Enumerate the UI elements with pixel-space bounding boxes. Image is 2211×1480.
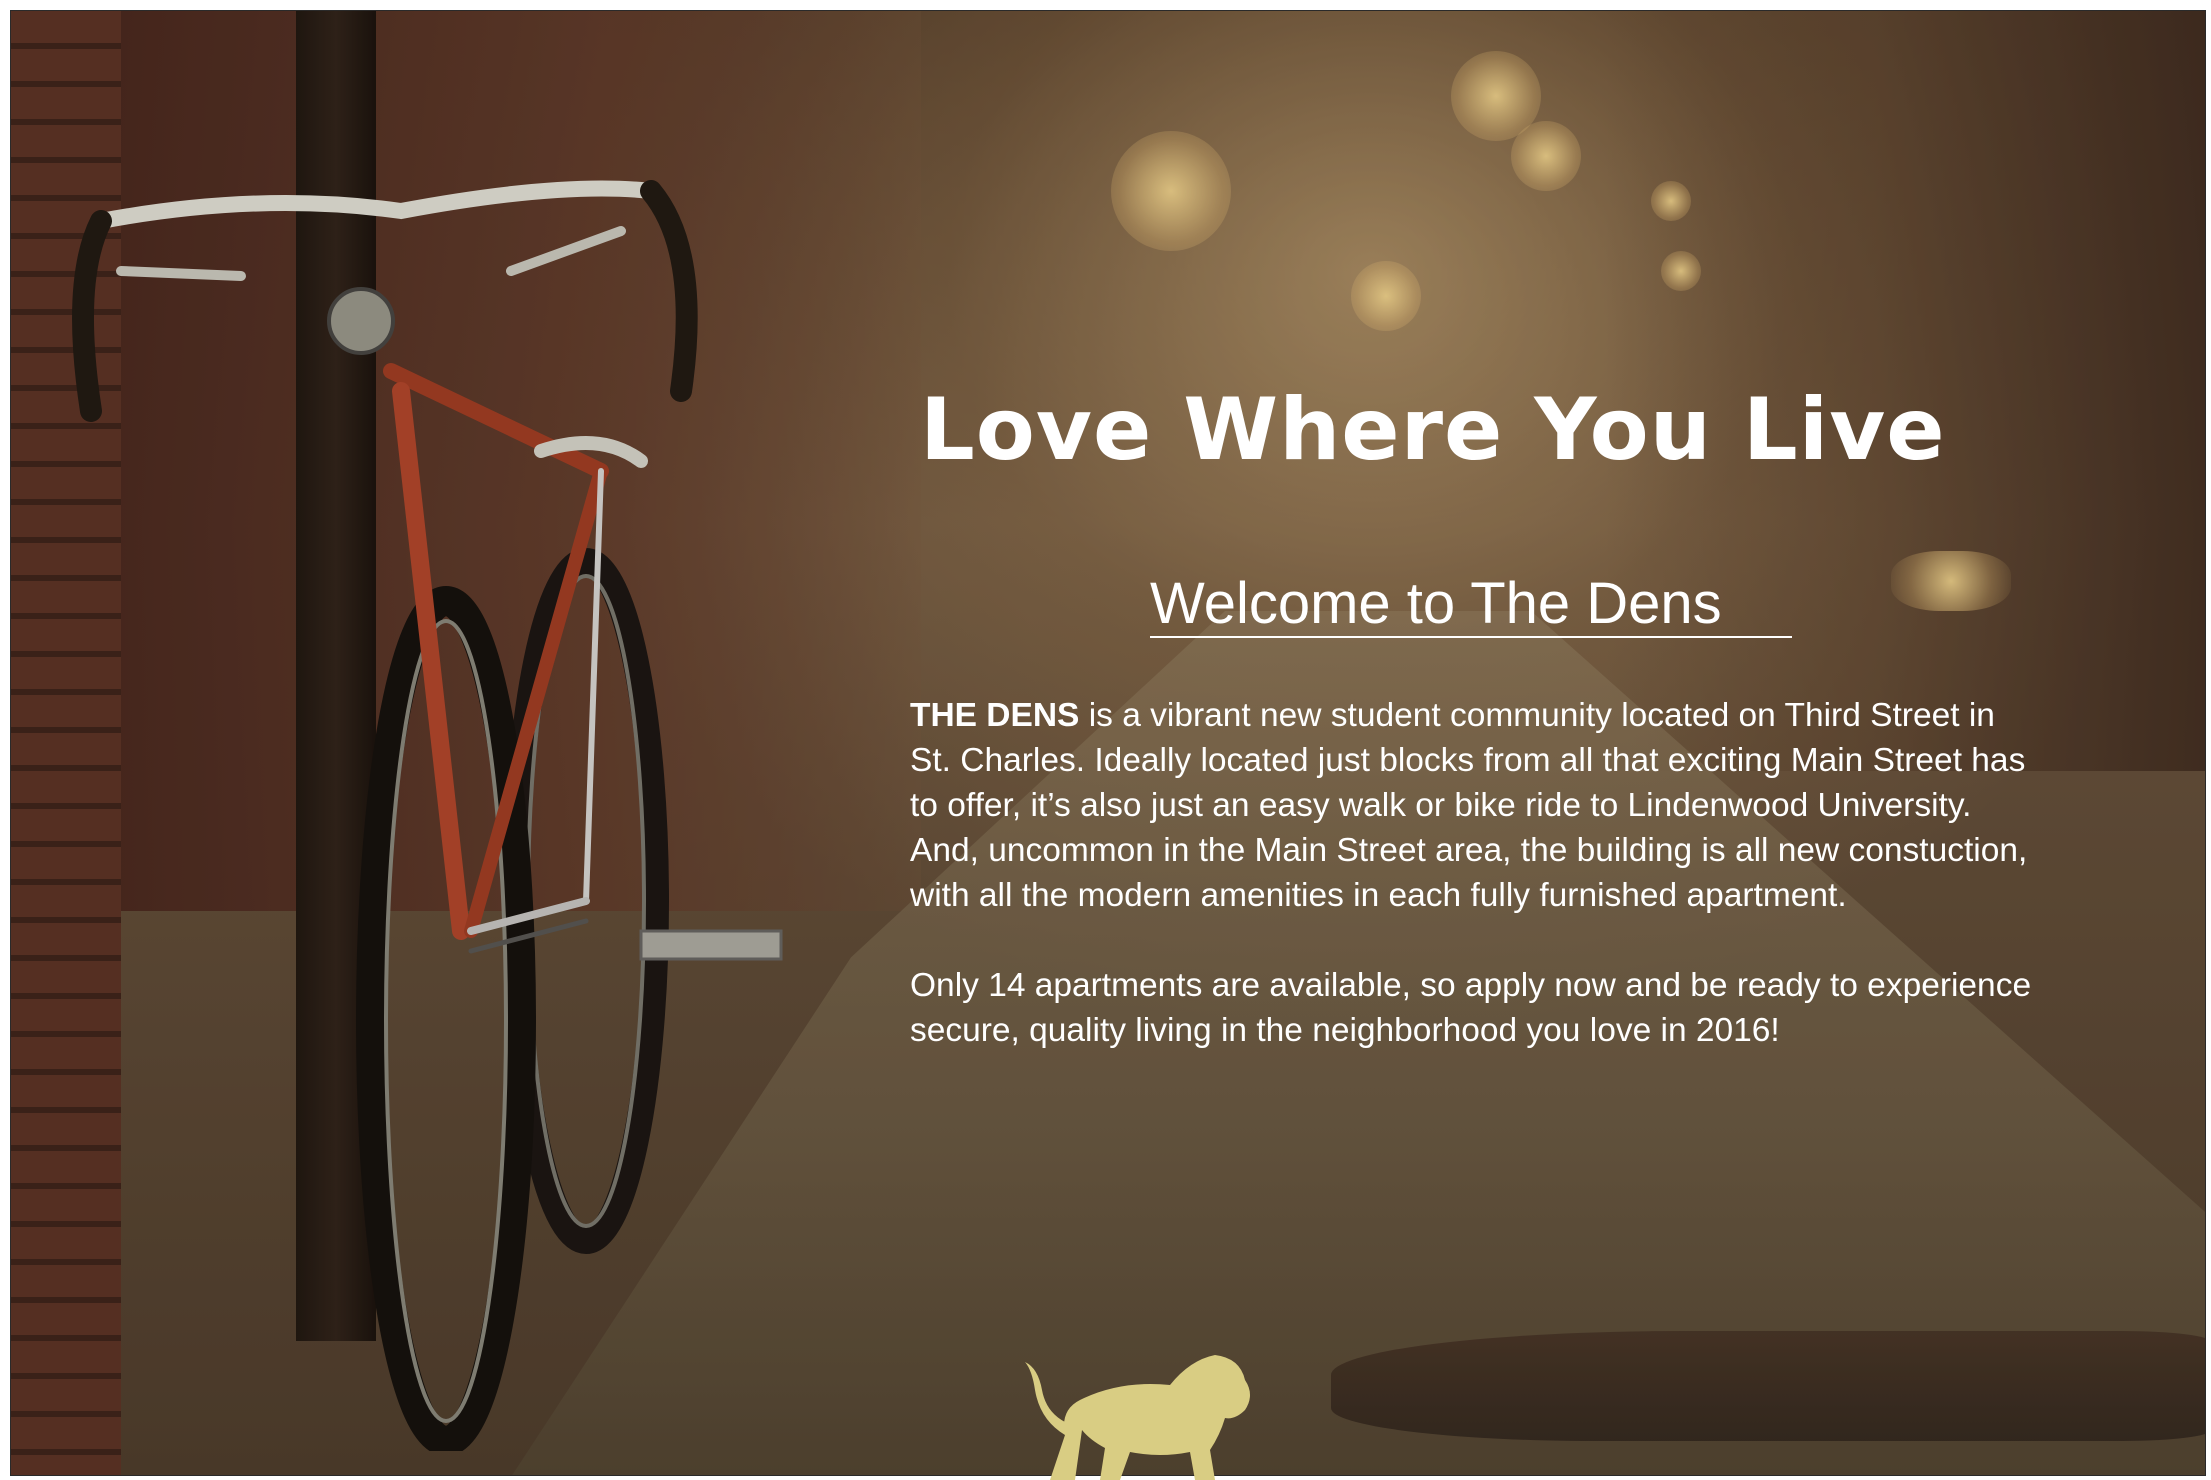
intro-text: THE DENS is a vibrant new student commun… xyxy=(910,693,2040,1053)
intro-paragraph-1: THE DENS is a vibrant new student commun… xyxy=(910,693,2040,918)
lion-logo-icon xyxy=(1025,1355,1250,1480)
welcome-underline xyxy=(1150,636,1792,638)
brand-name: THE DENS xyxy=(910,697,1080,734)
headline: Love Where You Live xyxy=(920,380,1946,480)
intro-paragraph-2: Only 14 apartments are available, so app… xyxy=(910,967,2032,1049)
welcome-heading: Welcome to The Dens xyxy=(1150,571,1722,636)
